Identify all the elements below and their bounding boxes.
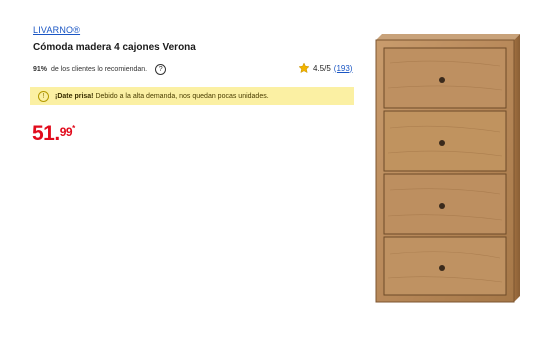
price-cents: 99 <box>59 125 73 139</box>
question-circle-icon[interactable]: ? <box>155 64 167 75</box>
alert-strong: ¡Date prisa! <box>55 92 94 100</box>
alert-text: Debido a la alta demanda, nos quedan poc… <box>95 92 269 100</box>
rating-value: 4.5/5 <box>313 63 331 73</box>
product-title: Cómoda madera 4 cajones Verona <box>33 42 196 53</box>
recommendation: 91% de los clientes lo recomiendan. ? <box>33 64 167 75</box>
price-asterisk: * <box>72 124 75 133</box>
recommend-text: de los clientes lo recomiendan. <box>51 66 148 73</box>
brand-link[interactable]: LIVARNO® <box>33 25 80 35</box>
price-whole: 51. <box>32 122 60 145</box>
low-stock-alert: ! ¡Date prisa! Debido a la alta demanda,… <box>30 87 354 105</box>
recommend-percent: 91% <box>33 66 48 73</box>
star-icon <box>298 62 310 74</box>
rating-count-link[interactable]: (193) <box>334 64 353 73</box>
product-image <box>375 34 520 303</box>
clock-icon: ! <box>38 90 49 102</box>
rating: 4.5/5 (193) <box>298 62 352 74</box>
price: 51. 99 * <box>32 122 75 146</box>
